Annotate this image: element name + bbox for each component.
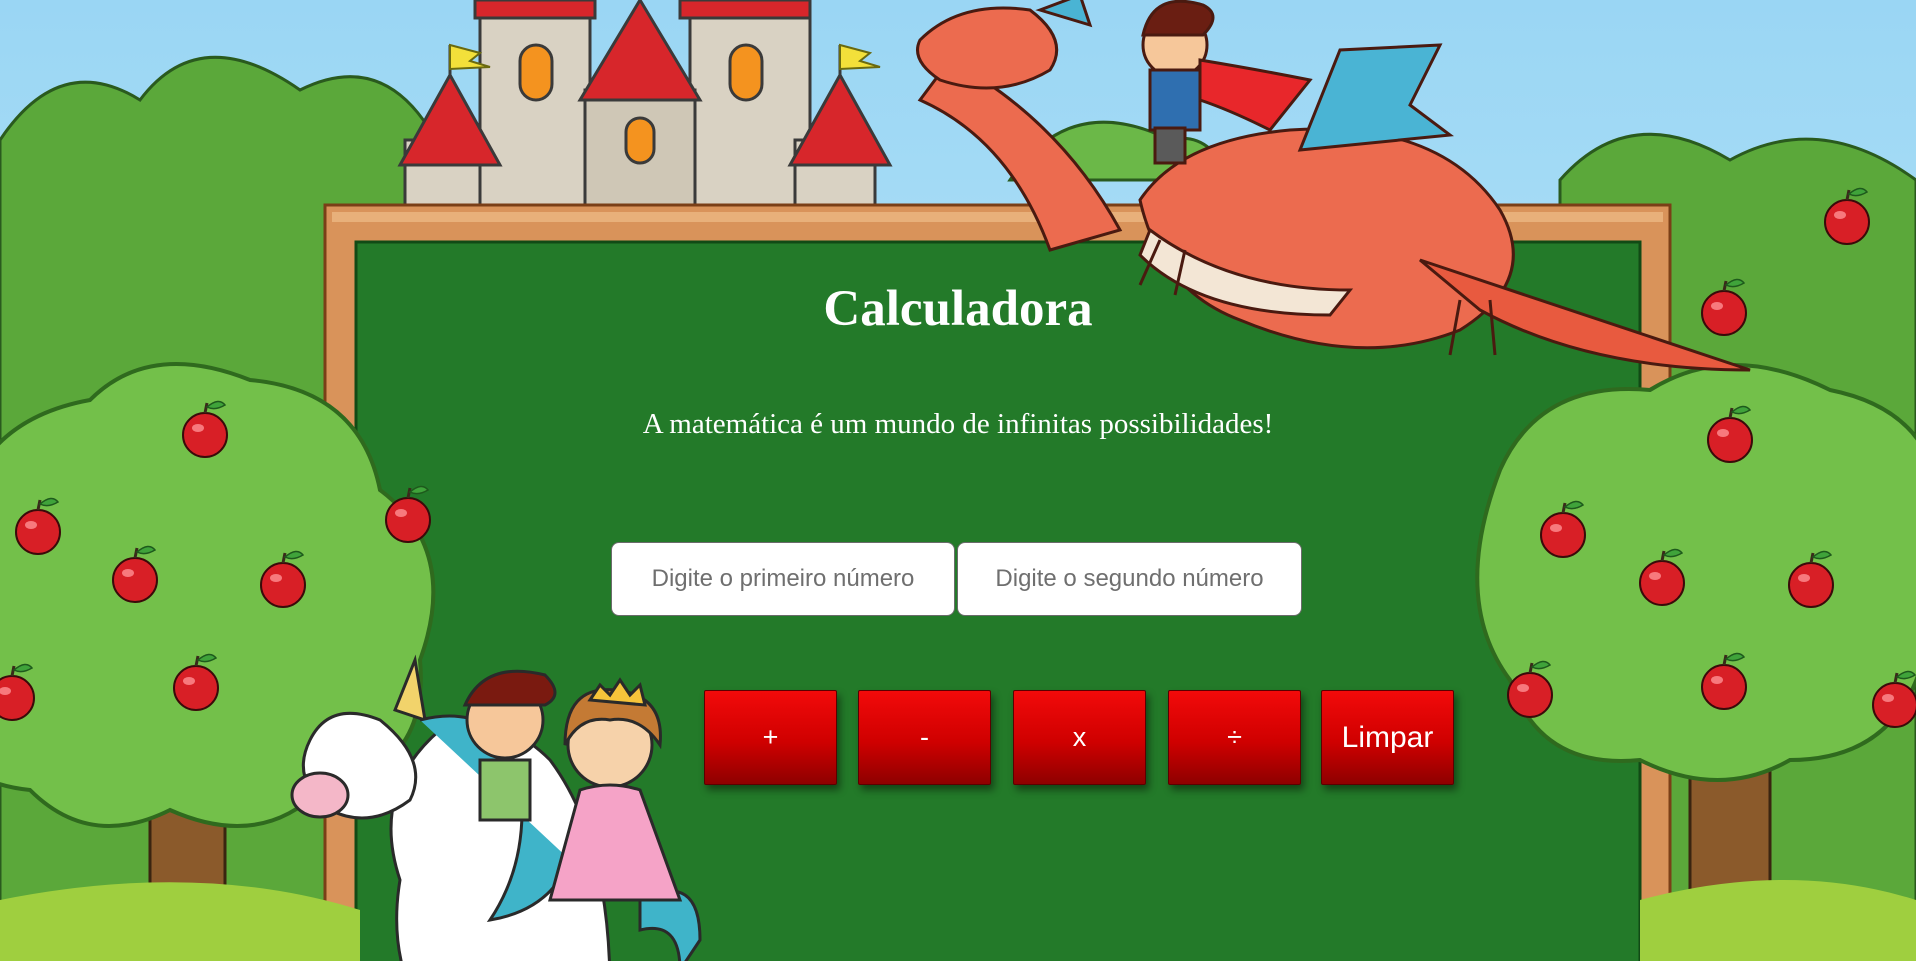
background-illustration bbox=[0, 0, 1916, 961]
page-subtitle: A matemática é um mundo de infinitas pos… bbox=[642, 408, 1274, 440]
clear-button[interactable]: Limpar bbox=[1321, 690, 1454, 785]
second-number-input[interactable] bbox=[957, 542, 1302, 616]
multiply-button[interactable]: x bbox=[1013, 690, 1146, 785]
page-title: Calculadora bbox=[823, 281, 1093, 337]
add-button[interactable]: + bbox=[704, 690, 837, 785]
first-number-input[interactable] bbox=[611, 542, 955, 616]
divide-button[interactable]: ÷ bbox=[1168, 690, 1301, 785]
subtract-button[interactable]: - bbox=[858, 690, 991, 785]
